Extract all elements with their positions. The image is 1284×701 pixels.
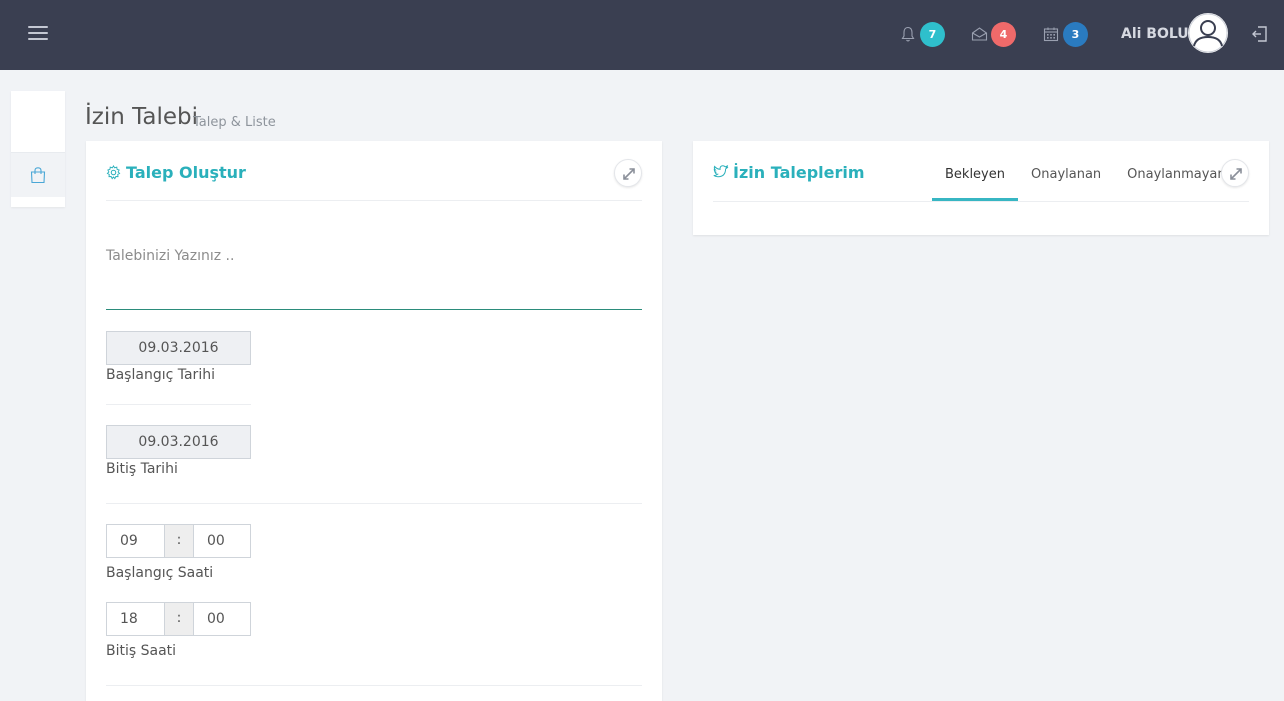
divider [106,503,642,504]
side-menu [11,91,65,207]
tab-rejected[interactable]: Onaylanmayan [1114,159,1238,201]
gear-icon [106,165,121,180]
user-avatar[interactable] [1188,13,1228,53]
start-date-label: Başlangıç Tarihi [106,367,215,383]
expand-button[interactable] [1221,159,1249,187]
sidebar-item-shop[interactable] [11,152,65,197]
divider [106,685,642,686]
request-text-input[interactable]: Talebinizi Yazınız .. [106,248,234,264]
end-time-input: 18 : 00 [106,602,251,636]
divider [106,200,642,201]
panel-title: İzin Taleplerim [733,163,865,182]
end-time-label: Bitiş Saati [106,643,177,659]
expand-icon [623,168,635,180]
request-status-tabs: Bekleyen Onaylanan Onaylanmayan [932,159,1239,201]
page-title: İzin Talebi [85,104,199,130]
expand-icon [1230,168,1242,180]
time-separator: : [164,603,194,635]
envelope-open-icon [971,27,988,41]
calendar-count-badge: 3 [1063,22,1088,47]
time-separator: : [164,525,194,557]
end-minute-field[interactable]: 00 [194,603,250,635]
start-hour-field[interactable]: 09 [107,525,164,557]
notifications-count-badge: 7 [920,22,945,47]
expand-button[interactable] [614,159,642,187]
logout-button[interactable] [1250,24,1270,48]
tab-approved[interactable]: Onaylanan [1018,159,1114,201]
messages-count-badge: 4 [991,22,1016,47]
start-date-picker[interactable]: 09.03.2016 [106,331,251,365]
panel-title: Talep Oluştur [126,163,246,182]
menu-toggle-icon[interactable] [28,25,48,41]
request-form-panel: Talep Oluştur Talebinizi Yazınız .. 09.0… [86,141,662,701]
user-avatar-icon [1188,13,1228,53]
end-hour-field[interactable]: 18 [107,603,164,635]
divider [106,404,251,405]
logout-icon [1252,26,1267,42]
top-navbar: 7 4 3 Ali BOLU [0,0,1284,70]
requests-list-panel: İzin Taleplerim Bekleyen Onaylanan Onayl… [693,141,1269,235]
divider [713,201,1249,202]
request-text-underline [106,309,642,310]
calendar-icon [1043,27,1059,42]
start-minute-field[interactable]: 00 [194,525,250,557]
end-date-label: Bitiş Tarihi [106,461,178,477]
messages-button[interactable]: 4 [971,22,1021,48]
calendar-button[interactable]: 3 [1043,22,1093,48]
start-time-input: 09 : 00 [106,524,251,558]
notifications-button[interactable]: 7 [900,22,950,48]
end-date-picker[interactable]: 09.03.2016 [106,425,251,459]
tab-pending[interactable]: Bekleyen [932,159,1018,201]
twitter-icon [713,165,729,178]
user-name[interactable]: Ali BOLU [1121,26,1189,42]
start-time-label: Başlangıç Saati [106,565,214,581]
page-subtitle: Talep & Liste [193,115,276,130]
shopping-bag-icon [30,167,46,184]
bell-icon [901,26,915,42]
